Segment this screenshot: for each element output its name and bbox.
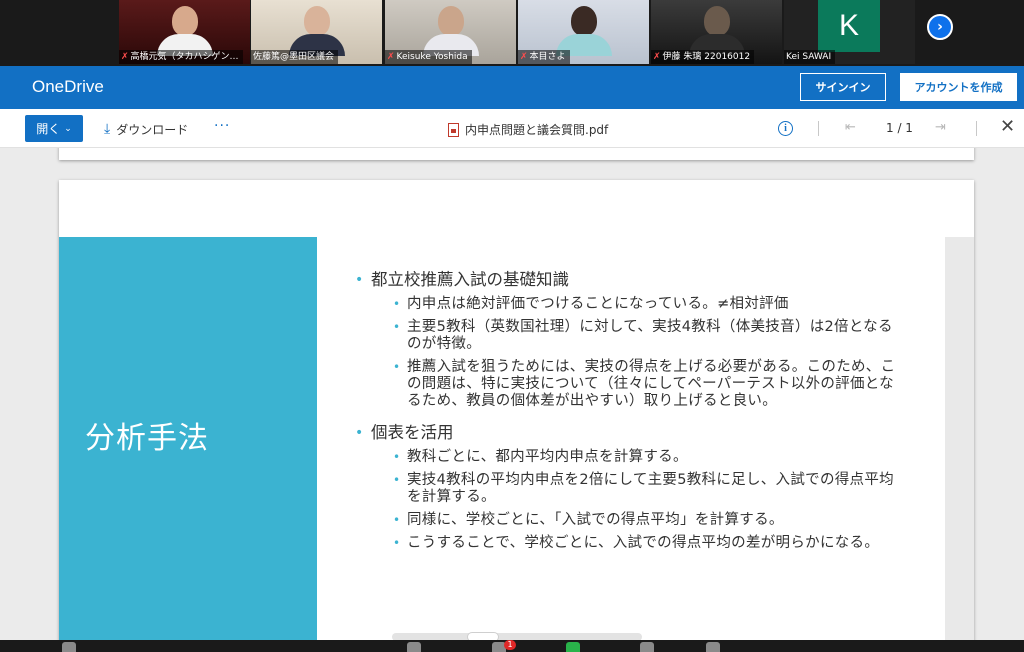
- participant-name: 伊藤 朱璃 22016012: [662, 52, 751, 62]
- page-indicator: 1 / 1: [886, 121, 913, 135]
- list-item: 実技4教科の平均内申点を2倍にして主要5教科に足し、入試での得点平均を計算する。: [351, 472, 899, 506]
- close-icon[interactable]: ✕: [1000, 116, 1015, 137]
- reactions-icon[interactable]: [706, 642, 720, 652]
- participant-tile-active-speaker[interactable]: 佐藤篤@墨田区議会: [251, 0, 382, 64]
- next-page-arrow-icon[interactable]: ›: [927, 14, 953, 40]
- first-page-icon[interactable]: ⇤: [845, 120, 856, 135]
- sign-in-button[interactable]: サインイン: [800, 73, 886, 101]
- file-name: 内申点問題と議会質問.pdf: [465, 123, 609, 137]
- mic-muted-icon: ✗: [121, 52, 129, 62]
- section-heading: 都立校推薦入試の基礎知識: [351, 270, 899, 290]
- list-item: こうすることで、学校ごとに、入試での得点平均の差が明らかになる。: [351, 535, 899, 552]
- mic-muted-icon: ✗: [387, 52, 395, 62]
- share-screen-icon[interactable]: [566, 642, 580, 652]
- record-icon[interactable]: [640, 642, 654, 652]
- toolbar-divider: [976, 121, 977, 136]
- app-brand[interactable]: OneDrive: [32, 77, 104, 97]
- file-title: 内申点問題と議会質問.pdf: [448, 121, 608, 138]
- chat-unread-badge: 1: [504, 640, 516, 650]
- participant-tile[interactable]: ✗ 高橋元気（タカハシゲン…: [119, 0, 250, 64]
- participant-name: Keisuke Yoshida: [396, 52, 468, 62]
- horizontal-scrollbar[interactable]: [392, 633, 642, 640]
- onedrive-header: OneDrive サインイン アカウントを作成: [0, 66, 1024, 109]
- mic-muted-icon: ✗: [520, 52, 528, 62]
- open-button[interactable]: 開く ⌄: [25, 115, 83, 142]
- toolbar-divider: [818, 121, 819, 136]
- previous-page-edge: [59, 148, 974, 160]
- scrollbar-thumb[interactable]: [467, 632, 499, 640]
- download-icon: ⤓: [104, 121, 111, 137]
- section-heading: 個表を活用: [351, 423, 899, 443]
- open-button-label: 開く: [36, 122, 61, 136]
- participant-tile[interactable]: K Kei SAWAI: [784, 0, 915, 64]
- participant-name: 佐藤篤@墨田区議会: [253, 52, 335, 62]
- participant-tile[interactable]: ✗ Keisuke Yoshida: [385, 0, 516, 64]
- slide-title-panel: 分析手法: [59, 237, 317, 640]
- document-viewport[interactable]: 分析手法 都立校推薦入試の基礎知識 内申点は絶対評価でつけることになっている。≠…: [0, 148, 1024, 640]
- mic-muted-icon: ✗: [653, 52, 661, 62]
- pdf-file-icon: [448, 122, 459, 137]
- download-label: ダウンロード: [116, 122, 189, 137]
- viewer-toolbar: 開く ⌄ ⤓ ダウンロード ··· 内申点問題と議会質問.pdf i ⇤ 1 /…: [0, 109, 1024, 148]
- list-item: 教科ごとに、都内平均内申点を計算する。: [351, 449, 899, 466]
- meeting-controls-bar: 1: [0, 640, 1024, 652]
- last-page-icon[interactable]: ⇥: [935, 120, 946, 135]
- download-button[interactable]: ⤓ ダウンロード: [104, 119, 188, 139]
- participant-name: Kei SAWAI: [786, 52, 832, 62]
- participant-name: 本目さよ: [529, 52, 566, 62]
- list-item: 同様に、学校ごとに、「入試での得点平均」を計算する。: [351, 512, 899, 529]
- participant-tile[interactable]: ✗ 伊藤 朱璃 22016012: [651, 0, 782, 64]
- list-item: 内申点は絶対評価でつけることになっている。≠相対評価: [351, 296, 899, 313]
- list-item: 推薦入試を狙うためには、実技の得点を上げる必要がある。このため、この問題は、特に…: [351, 359, 899, 410]
- participant-tile[interactable]: ✗ 本目さよ: [518, 0, 649, 64]
- participant-name: 高橋元気（タカハシゲン…: [130, 52, 239, 62]
- create-account-button[interactable]: アカウントを作成: [900, 73, 1017, 101]
- info-icon[interactable]: i: [778, 121, 793, 136]
- more-options-button[interactable]: ···: [214, 118, 230, 134]
- page-side-strip: [945, 237, 974, 640]
- slide-title: 分析手法: [85, 421, 209, 456]
- camera-icon[interactable]: [62, 642, 76, 652]
- list-item: 主要5教科（英数国社理）に対して、実技4教科（体美技音）は2倍となるのが特徴。: [351, 319, 899, 353]
- participants-icon[interactable]: [407, 642, 421, 652]
- chevron-down-icon: ⌄: [64, 123, 72, 134]
- slide-content: 都立校推薦入試の基礎知識 内申点は絶対評価でつけることになっている。≠相対評価 …: [351, 270, 899, 558]
- participant-gallery: ✗ 高橋元気（タカハシゲン… 佐藤篤@墨田区議会 ✗ Keisuke Yoshida…: [0, 0, 1024, 66]
- pdf-page: 分析手法 都立校推薦入試の基礎知識 内申点は絶対評価でつけることになっている。≠…: [59, 180, 974, 640]
- avatar: K: [818, 0, 880, 52]
